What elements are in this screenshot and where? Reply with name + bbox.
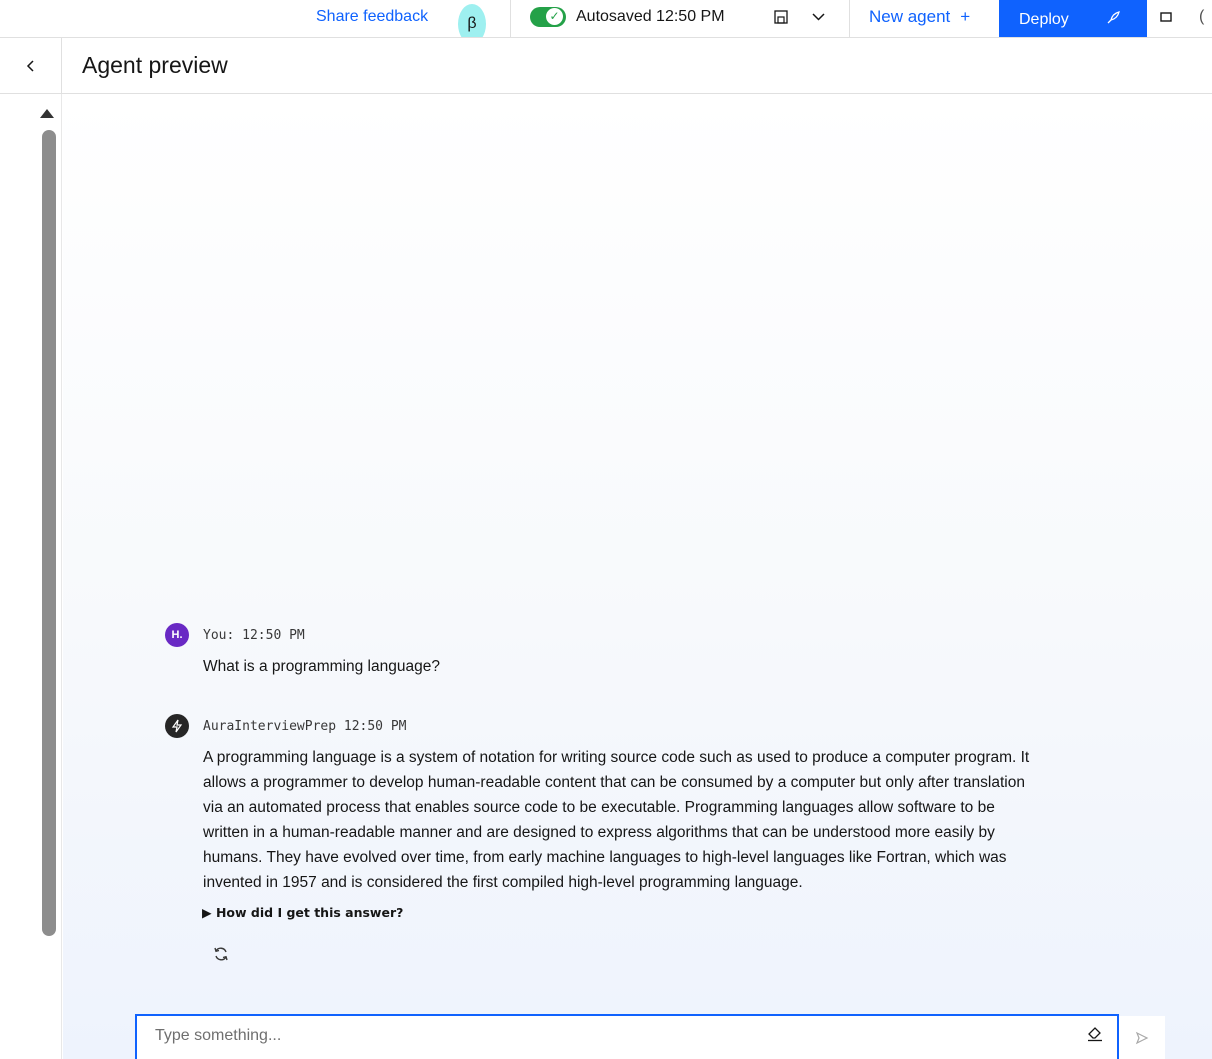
beta-badge: β	[458, 4, 486, 37]
eraser-icon[interactable]	[1087, 1026, 1103, 1047]
save-icon[interactable]	[774, 0, 788, 37]
bot-message-header: AuraInterviewPrep 12:50 PM	[165, 714, 407, 738]
user-avatar: H.	[165, 623, 189, 647]
user-message-meta: You: 12:50 PM	[203, 627, 305, 643]
send-button[interactable]	[1119, 1016, 1165, 1059]
bot-message-line: A programming language is a system of no…	[203, 749, 1030, 766]
explain-answer-label: How did I get this answer?	[215, 905, 404, 920]
panel-toggle-icon[interactable]	[1160, 0, 1172, 37]
send-icon	[1135, 1031, 1149, 1044]
toolbar-divider	[849, 0, 850, 37]
regenerate-button[interactable]	[212, 945, 230, 968]
bot-message-line: allows a programmer to develop human-rea…	[203, 774, 1025, 791]
bot-message-meta: AuraInterviewPrep 12:50 PM	[203, 718, 407, 734]
deploy-label: Deploy	[1019, 11, 1069, 28]
message-input-container	[135, 1014, 1119, 1059]
toolbar-divider	[510, 0, 511, 37]
scroll-up-arrow[interactable]	[40, 109, 54, 118]
page-title: Agent preview	[82, 52, 228, 78]
rocket-icon	[1105, 10, 1121, 30]
autosave-status: Autosaved 12:50 PM	[530, 0, 725, 37]
new-agent-label: New agent	[869, 7, 951, 26]
user-message-header: H. You: 12:50 PM	[165, 623, 305, 647]
agent-preview-header: Agent preview	[0, 37, 1212, 94]
overflow-icon[interactable]: (	[1199, 0, 1204, 37]
share-feedback-link[interactable]: Share feedback	[316, 0, 428, 37]
top-toolbar: Share feedback β Autosaved 12:50 PM New …	[0, 0, 1212, 37]
bot-message-line: via an automated process that enables so…	[203, 799, 995, 816]
message-input[interactable]	[137, 1016, 1055, 1056]
bot-message-line: invented in 1957 and is considered the f…	[203, 874, 803, 891]
plus-icon: +	[960, 7, 971, 26]
caret-right-icon: ▶	[202, 905, 216, 920]
autosave-text: Autosaved 12:50 PM	[576, 8, 725, 25]
explain-answer-toggle[interactable]: ▶ How did I get this answer?	[202, 905, 403, 920]
chevron-left-icon	[26, 60, 34, 72]
bot-message-line: humans. They have evolved over time, fro…	[203, 849, 1007, 866]
user-message-text: What is a programming language?	[203, 658, 440, 675]
deploy-button[interactable]: Deploy	[999, 0, 1147, 37]
scrollbar-thumb[interactable]	[42, 130, 56, 936]
new-agent-button[interactable]: New agent +	[869, 0, 970, 37]
autosave-toggle[interactable]	[530, 7, 566, 27]
collapse-panel-button[interactable]	[0, 38, 62, 94]
refresh-icon	[214, 947, 228, 961]
chevron-down-icon[interactable]	[812, 0, 825, 37]
bot-message-line: written in a human-readable manner and a…	[203, 824, 995, 841]
bolt-icon	[165, 714, 189, 738]
bot-message-text: A programming language is a system of no…	[203, 745, 1029, 895]
